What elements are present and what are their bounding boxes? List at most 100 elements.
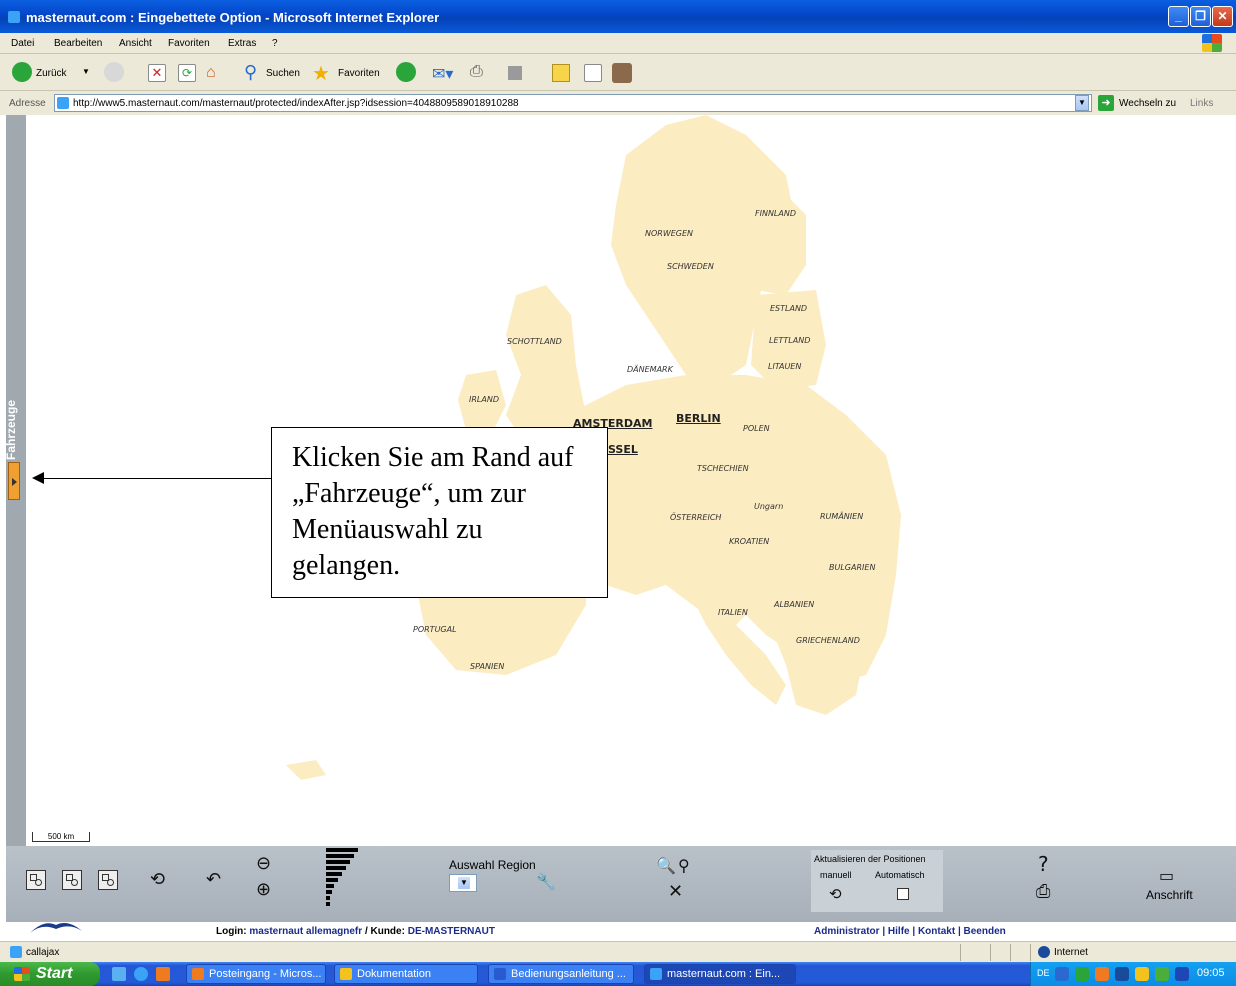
favorites-button[interactable]: ★ Favoriten [312, 62, 386, 85]
country-label: LETTLAND [769, 336, 811, 345]
security-zone: Internet [1054, 947, 1088, 958]
windows-logo-icon [1202, 34, 1222, 52]
minimize-button[interactable]: _ [1168, 6, 1189, 27]
notes-button[interactable] [552, 64, 570, 82]
manual-refresh-icon[interactable]: ⟲ [829, 884, 842, 904]
select-group-button[interactable] [98, 870, 118, 890]
map-scale: 500 km [32, 832, 90, 842]
tray-user-icon[interactable] [1155, 967, 1169, 981]
system-tray: DE 09:05 [1030, 962, 1236, 986]
page-icon [57, 97, 69, 109]
city-link-berlin[interactable]: BERLIN [676, 412, 721, 425]
stop-button[interactable]: ✕ [148, 64, 166, 82]
start-button[interactable]: Start [0, 962, 100, 986]
ie-icon [8, 11, 20, 23]
address-button[interactable]: Anschrift [1146, 888, 1193, 902]
close-button[interactable]: ✕ [1212, 6, 1233, 27]
quicklaunch-outlook-icon[interactable] [156, 967, 170, 981]
country-label: ÖSTERREICH [670, 513, 722, 522]
quicklaunch-desktop-icon[interactable] [112, 967, 126, 981]
edit-button[interactable] [508, 66, 522, 80]
country-label: NORWEGEN [645, 229, 694, 238]
country-label: SPANIEN [470, 662, 505, 671]
update-title: Aktualisieren der Positionen [814, 854, 926, 864]
select-all-button[interactable] [62, 870, 82, 890]
tray-monitor-icon[interactable] [1115, 967, 1129, 981]
land-island [286, 760, 326, 780]
country-label: FINNLAND [755, 209, 797, 218]
windows-logo-icon [14, 967, 30, 981]
messenger-button[interactable] [584, 64, 602, 82]
go-button[interactable]: Wechseln zu [1119, 98, 1176, 109]
window-title: masternaut.com : Eingebettete Option - M… [26, 10, 440, 25]
browser-toolbar: Zurück ▼ ✕ ⟳ ⌂ ⚲ Suchen ★ Favoriten ✉▾ ⎙ [0, 55, 1236, 91]
country-label: ITALIEN [718, 608, 748, 617]
country-label: SCHWEDEN [667, 262, 714, 271]
menu-favoriten[interactable]: Favoriten [168, 38, 210, 49]
login-bar: Login: masternaut allemagnefr / Kunde: D… [6, 922, 1236, 941]
print-button[interactable]: ⎙ [470, 63, 490, 85]
country-label: LITAUEN [768, 362, 802, 371]
print-icon[interactable]: ⎙ [1036, 882, 1050, 902]
wrench-icon[interactable]: 🔧 [536, 872, 556, 892]
refresh-map-icon[interactable]: ⟲ [150, 870, 165, 890]
tray-shield-icon[interactable] [1135, 967, 1149, 981]
sidebar-vehicles-label[interactable]: Fahrzeuge [4, 380, 22, 460]
help-icon[interactable]: ? [1038, 854, 1049, 874]
research-button[interactable] [612, 63, 632, 83]
home-button[interactable]: ⌂ [206, 64, 226, 82]
address-url: http://www5.masternaut.com/masternaut/pr… [73, 98, 519, 109]
task-bedienungsanleitung[interactable]: Bedienungsanleitung ... [488, 964, 634, 984]
chevron-down-icon: ▼ [82, 67, 90, 76]
maximize-button[interactable]: ❐ [1190, 6, 1211, 27]
undo-icon[interactable]: ↶ [206, 870, 221, 890]
task-posteingang[interactable]: Posteingang - Micros... [186, 964, 326, 984]
menu-ansicht[interactable]: Ansicht [119, 38, 152, 49]
tray-app-icon[interactable] [1175, 967, 1189, 981]
task-masternaut[interactable]: masternaut.com : Ein... [644, 964, 796, 984]
menu-extras[interactable]: Extras [228, 38, 256, 49]
back-arrow-icon [12, 62, 32, 82]
admin-links[interactable]: Administrator | Hilfe | Kontakt | Beende… [814, 926, 1006, 937]
refresh-button[interactable]: ⟳ [178, 64, 196, 82]
auto-refresh-checkbox[interactable] [897, 888, 909, 900]
globe-icon [1038, 946, 1050, 958]
country-label: DÄNEMARK [627, 365, 673, 374]
title-bar: masternaut.com : Eingebettete Option - M… [0, 0, 1236, 33]
mail-button[interactable]: ✉▾ [432, 64, 460, 86]
magnifier-icon[interactable]: ⚲ [678, 856, 690, 876]
menu-help[interactable]: ? [272, 38, 278, 49]
close-tool-icon[interactable]: ✕ [668, 882, 683, 902]
address-input[interactable]: http://www5.masternaut.com/masternaut/pr… [54, 94, 1092, 112]
callout-arrow-head [32, 472, 44, 484]
menu-bearbeiten[interactable]: Bearbeiten [54, 38, 102, 49]
tray-network-icon[interactable] [1075, 967, 1089, 981]
country-label: POLEN [743, 424, 770, 433]
search-button[interactable]: ⚲ Suchen [244, 62, 304, 84]
quicklaunch-ie-icon[interactable] [134, 967, 148, 981]
back-button[interactable]: Zurück ▼ [12, 62, 98, 84]
address-icon[interactable]: ▭ [1159, 866, 1174, 886]
select-vehicles-button[interactable] [26, 870, 46, 890]
login-info: Login: masternaut allemagnefr / Kunde: D… [216, 926, 495, 937]
menu-datei[interactable]: Datei [11, 38, 34, 49]
city-link-brussel[interactable]: SSEL [608, 443, 638, 456]
zoom-area-icon[interactable]: 🔍 [656, 856, 676, 876]
tray-outlook-icon[interactable] [1095, 967, 1109, 981]
country-label: TSCHECHIEN [697, 464, 749, 473]
europe-map[interactable] [26, 115, 1236, 846]
zoom-out-icon[interactable]: ⊖ [256, 854, 271, 874]
instruction-callout: Klicken Sie am Rand auf „Fahrzeuge“, um … [271, 427, 608, 598]
tray-arrow-icon[interactable] [1055, 967, 1069, 981]
forward-button[interactable] [104, 62, 124, 82]
go-arrow-icon[interactable]: ➜ [1098, 95, 1114, 111]
links-button[interactable]: Links [1190, 98, 1213, 109]
star-icon: ★ [312, 63, 330, 85]
sidebar-toggle-handle[interactable] [8, 462, 20, 500]
region-select[interactable]: ▼ [449, 874, 477, 892]
zoom-in-icon[interactable]: ⊕ [256, 880, 271, 900]
language-indicator[interactable]: DE [1037, 968, 1050, 978]
history-button[interactable] [396, 62, 416, 82]
address-dropdown-button[interactable]: ▼ [1075, 95, 1089, 111]
task-dokumentation[interactable]: Dokumentation [334, 964, 478, 984]
